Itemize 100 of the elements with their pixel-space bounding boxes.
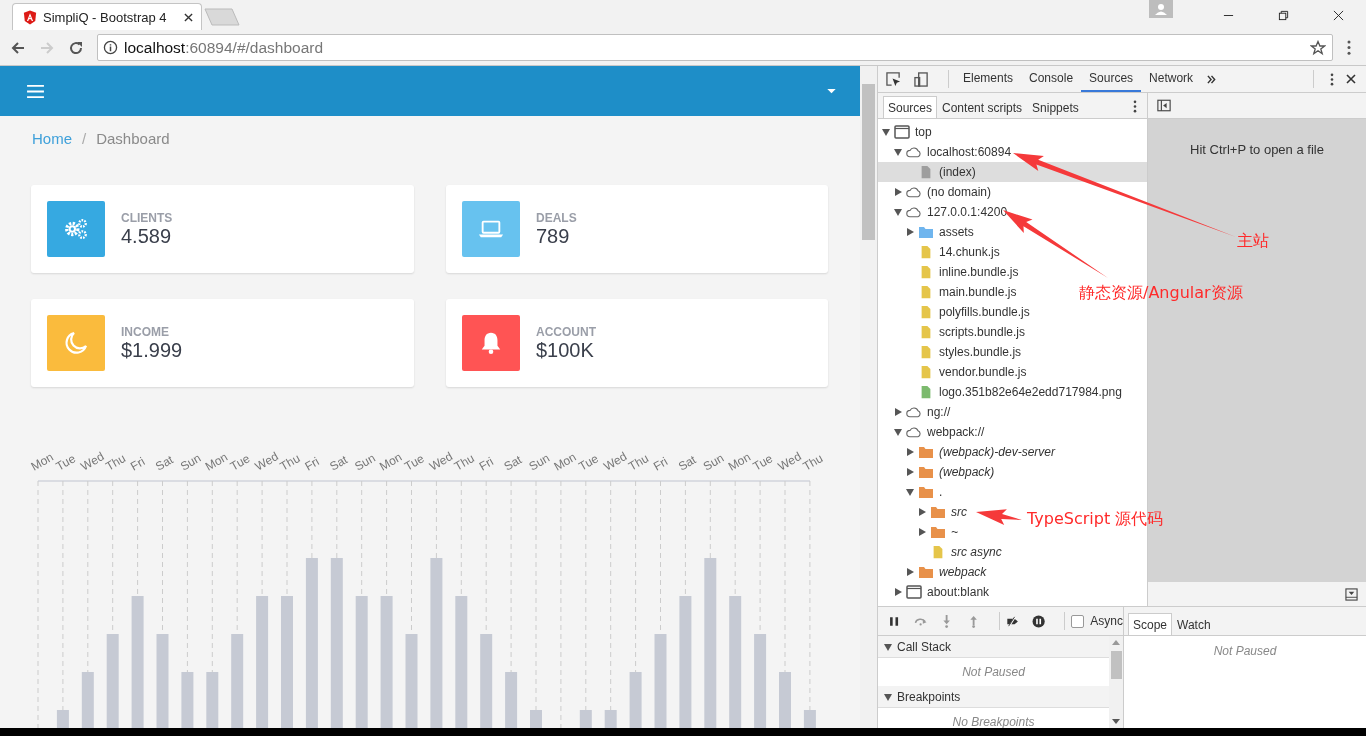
sidebar-toggle-icon[interactable] bbox=[1157, 99, 1171, 112]
stat-label: DEALS bbox=[536, 210, 577, 225]
annotation-arrow bbox=[976, 509, 1022, 525]
drawer-toggle-icon[interactable] bbox=[1345, 587, 1358, 601]
scroll-down-icon[interactable] bbox=[1112, 719, 1120, 724]
expanded-triangle-icon[interactable] bbox=[906, 488, 914, 496]
devtools-tab[interactable]: Console bbox=[1021, 66, 1082, 92]
expanded-triangle-icon[interactable] bbox=[894, 428, 902, 436]
tree-label: inline.bundle.js bbox=[939, 265, 1019, 279]
menu-icon[interactable] bbox=[1330, 72, 1334, 86]
tree-item[interactable]: vendor.bundle.js bbox=[878, 362, 1027, 382]
tree-item[interactable]: about:blank bbox=[878, 582, 990, 602]
collapsed-triangle-icon[interactable] bbox=[894, 408, 902, 416]
tree-label: src bbox=[951, 505, 967, 519]
annotation-text: TypeScript 源代码 bbox=[1027, 509, 1164, 530]
close-icon[interactable] bbox=[184, 12, 193, 22]
async-checkbox[interactable]: Async bbox=[1071, 614, 1123, 628]
tree-label: src async bbox=[951, 545, 1002, 559]
axis-label: Sat bbox=[501, 452, 525, 474]
tree-item[interactable]: (no domain) bbox=[878, 182, 992, 202]
tree-item[interactable]: ~ bbox=[878, 522, 958, 542]
close-icon[interactable] bbox=[1346, 74, 1356, 84]
tree-item[interactable]: main.bundle.js bbox=[878, 282, 1017, 302]
collapsed-triangle-icon[interactable] bbox=[906, 228, 914, 236]
stat-label: ACCOUNT bbox=[536, 324, 596, 339]
tree-item[interactable]: ng:// bbox=[878, 402, 951, 422]
collapsed-triangle-icon[interactable] bbox=[906, 448, 914, 456]
axis-label: Mon bbox=[551, 449, 579, 474]
tree-item[interactable]: webpack:// bbox=[878, 422, 985, 442]
axis-label: Mon bbox=[28, 449, 56, 474]
expanded-triangle-icon[interactable] bbox=[882, 128, 890, 136]
caret-icon[interactable] bbox=[827, 88, 836, 94]
devtools-tab[interactable]: Network bbox=[1141, 66, 1202, 92]
devtools-tab[interactable]: Elements bbox=[955, 66, 1022, 92]
close-icon[interactable] bbox=[1333, 9, 1344, 21]
checkbox[interactable] bbox=[1071, 614, 1085, 628]
tree-item[interactable]: (webpack) bbox=[878, 462, 995, 482]
sidebar-tab[interactable]: Scope bbox=[1128, 613, 1173, 635]
breadcrumb-current: Dashboard bbox=[96, 129, 170, 147]
navigator-tab[interactable]: Sources bbox=[883, 96, 938, 118]
navigator-tab[interactable]: Snippets bbox=[1027, 96, 1084, 118]
more-tabs-icon[interactable] bbox=[1207, 74, 1217, 84]
collapsed-triangle-icon[interactable] bbox=[906, 468, 914, 476]
axis-label: Fri bbox=[128, 454, 148, 474]
cloud-icon bbox=[906, 205, 922, 219]
address-field[interactable]: localhost:60894/#/dashboard bbox=[97, 34, 1333, 61]
tree-item[interactable]: . bbox=[878, 482, 943, 502]
tree-label: about:blank bbox=[927, 585, 990, 599]
pause-exceptions-icon[interactable] bbox=[1032, 614, 1046, 628]
axis-label: Mon bbox=[377, 449, 405, 474]
expanded-triangle-icon[interactable] bbox=[884, 692, 892, 701]
collapsed-triangle-icon[interactable] bbox=[918, 528, 926, 536]
section-header[interactable]: Breakpoints bbox=[878, 686, 1109, 708]
tree-label: localhost:60894 bbox=[927, 145, 1012, 159]
scrollbar[interactable] bbox=[860, 66, 877, 728]
back-icon[interactable] bbox=[10, 39, 26, 56]
scrollbar-thumb[interactable] bbox=[1110, 651, 1122, 679]
expanded-triangle-icon[interactable] bbox=[894, 208, 902, 216]
tree-label: scripts.bundle.js bbox=[939, 325, 1026, 339]
navigator-tab[interactable]: Content scripts bbox=[937, 96, 1028, 118]
browser-tab[interactable]: SimpliQ - Bootstrap 4 bbox=[12, 3, 202, 30]
inspect-icon[interactable] bbox=[886, 71, 901, 87]
tree-item[interactable]: logo.351b82e64e2edd717984.png bbox=[878, 382, 1122, 402]
axis-label: Sat bbox=[327, 452, 350, 474]
tree-item[interactable]: top bbox=[878, 122, 932, 142]
device-icon[interactable] bbox=[914, 71, 929, 87]
tree-item[interactable]: polyfills.bundle.js bbox=[878, 302, 1030, 322]
tree-item[interactable]: (index) bbox=[878, 162, 1147, 182]
tree-item[interactable]: localhost:60894 bbox=[878, 142, 1012, 162]
tree-item[interactable]: src bbox=[878, 502, 967, 522]
tree-item[interactable]: inline.bundle.js bbox=[878, 262, 1019, 282]
tree-label: logo.351b82e64e2edd717984.png bbox=[939, 385, 1122, 399]
tree-item[interactable]: styles.bundle.js bbox=[878, 342, 1022, 362]
maximize-icon[interactable] bbox=[1278, 9, 1289, 21]
deactivate-breakpoints-icon[interactable] bbox=[1005, 614, 1020, 628]
scrollbar-thumb[interactable] bbox=[862, 84, 875, 240]
tree-item[interactable]: src async bbox=[878, 542, 1002, 562]
section-title: Call Stack bbox=[897, 639, 952, 654]
tree-item[interactable]: 14.chunk.js bbox=[878, 242, 1000, 262]
collapsed-triangle-icon[interactable] bbox=[918, 508, 926, 516]
expanded-triangle-icon[interactable] bbox=[884, 642, 892, 651]
tree-label: (webpack) bbox=[939, 465, 995, 479]
tree-item[interactable]: (webpack)-dev-server bbox=[878, 442, 1056, 462]
menu-icon[interactable] bbox=[1133, 100, 1137, 113]
collapsed-triangle-icon[interactable] bbox=[894, 588, 902, 596]
tree-item[interactable]: assets bbox=[878, 222, 974, 242]
collapsed-triangle-icon[interactable] bbox=[906, 568, 914, 576]
menu-icon[interactable] bbox=[1347, 40, 1351, 55]
sidebar-tab[interactable]: Watch bbox=[1172, 613, 1216, 635]
collapsed-triangle-icon[interactable] bbox=[894, 188, 902, 196]
star-icon[interactable] bbox=[1310, 39, 1326, 56]
tree-item[interactable]: 127.0.0.1:4200 bbox=[878, 202, 1008, 222]
tree-item[interactable]: webpack bbox=[878, 562, 987, 582]
empty-message: No Breakpoints bbox=[952, 715, 1035, 728]
tree-item[interactable]: scripts.bundle.js bbox=[878, 322, 1026, 342]
scrollbar[interactable] bbox=[1109, 636, 1123, 728]
reload-icon[interactable] bbox=[68, 39, 84, 56]
section-header[interactable]: Call Stack bbox=[878, 636, 1109, 658]
stat-value: $100K bbox=[536, 338, 595, 362]
expanded-triangle-icon[interactable] bbox=[894, 148, 902, 156]
